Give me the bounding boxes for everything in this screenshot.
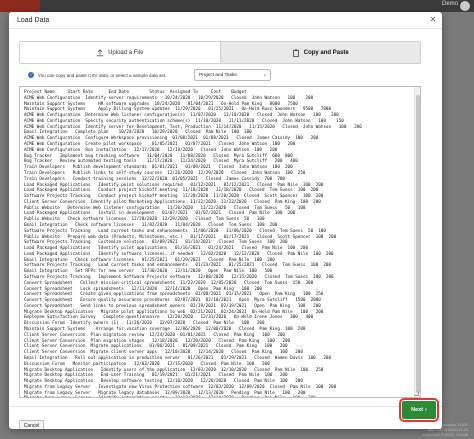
- resize-handle[interactable]: [414, 391, 419, 396]
- chevron-right-icon: ›: [425, 407, 427, 413]
- divider: [9, 406, 442, 407]
- tab-label: Copy and Paste: [303, 49, 349, 56]
- dialog-title: Load Data: [17, 16, 50, 24]
- paste-data-textarea[interactable]: Project Name Start Date End Date Status …: [19, 86, 421, 398]
- info-text: You can copy and paste CSV data, or sele…: [38, 72, 167, 78]
- load-data-dialog: Load Data ✕ Upload a File Copy and Paste…: [9, 12, 442, 429]
- clipboard-icon: [292, 49, 299, 57]
- avatar: [460, 1, 470, 11]
- background-footer-line: Copyright © 2022, Oracle: [422, 432, 468, 437]
- dialog-header: Load Data ✕: [9, 12, 442, 28]
- next-button[interactable]: Next ›: [399, 398, 439, 422]
- info-icon: i: [28, 72, 34, 78]
- textarea-line: Migrate from Legacy Server Identify inte…: [24, 396, 412, 397]
- next-button-label: Next: [411, 407, 424, 413]
- textarea-scrollbar[interactable]: [414, 87, 420, 397]
- chevron-down-icon: ⌄: [262, 72, 267, 78]
- info-row: i You can copy and paste CSV data, or se…: [28, 69, 167, 81]
- tab-label: Upload a File: [108, 49, 144, 56]
- background-logo-area: [0, 0, 40, 12]
- sample-data-select-value: Project and Tasks: [199, 72, 237, 78]
- tab-upload-a-file[interactable]: Upload a File: [20, 42, 220, 63]
- load-method-tabs: Upload a File Copy and Paste: [19, 41, 421, 64]
- background-user-label: Oemo: [441, 1, 458, 7]
- cancel-button[interactable]: Cancel: [19, 420, 44, 429]
- textarea-content: Project Name Start Date End Date Status …: [24, 90, 412, 397]
- background-topbar: [0, 0, 474, 12]
- tab-copy-and-paste[interactable]: Copy and Paste: [219, 42, 420, 63]
- sample-data-select[interactable]: Project and Tasks ⌄: [194, 69, 271, 81]
- close-icon[interactable]: ✕: [428, 15, 438, 25]
- divider: [9, 28, 442, 29]
- scrollbar-thumb[interactable]: [416, 95, 420, 393]
- upload-icon: [96, 48, 104, 56]
